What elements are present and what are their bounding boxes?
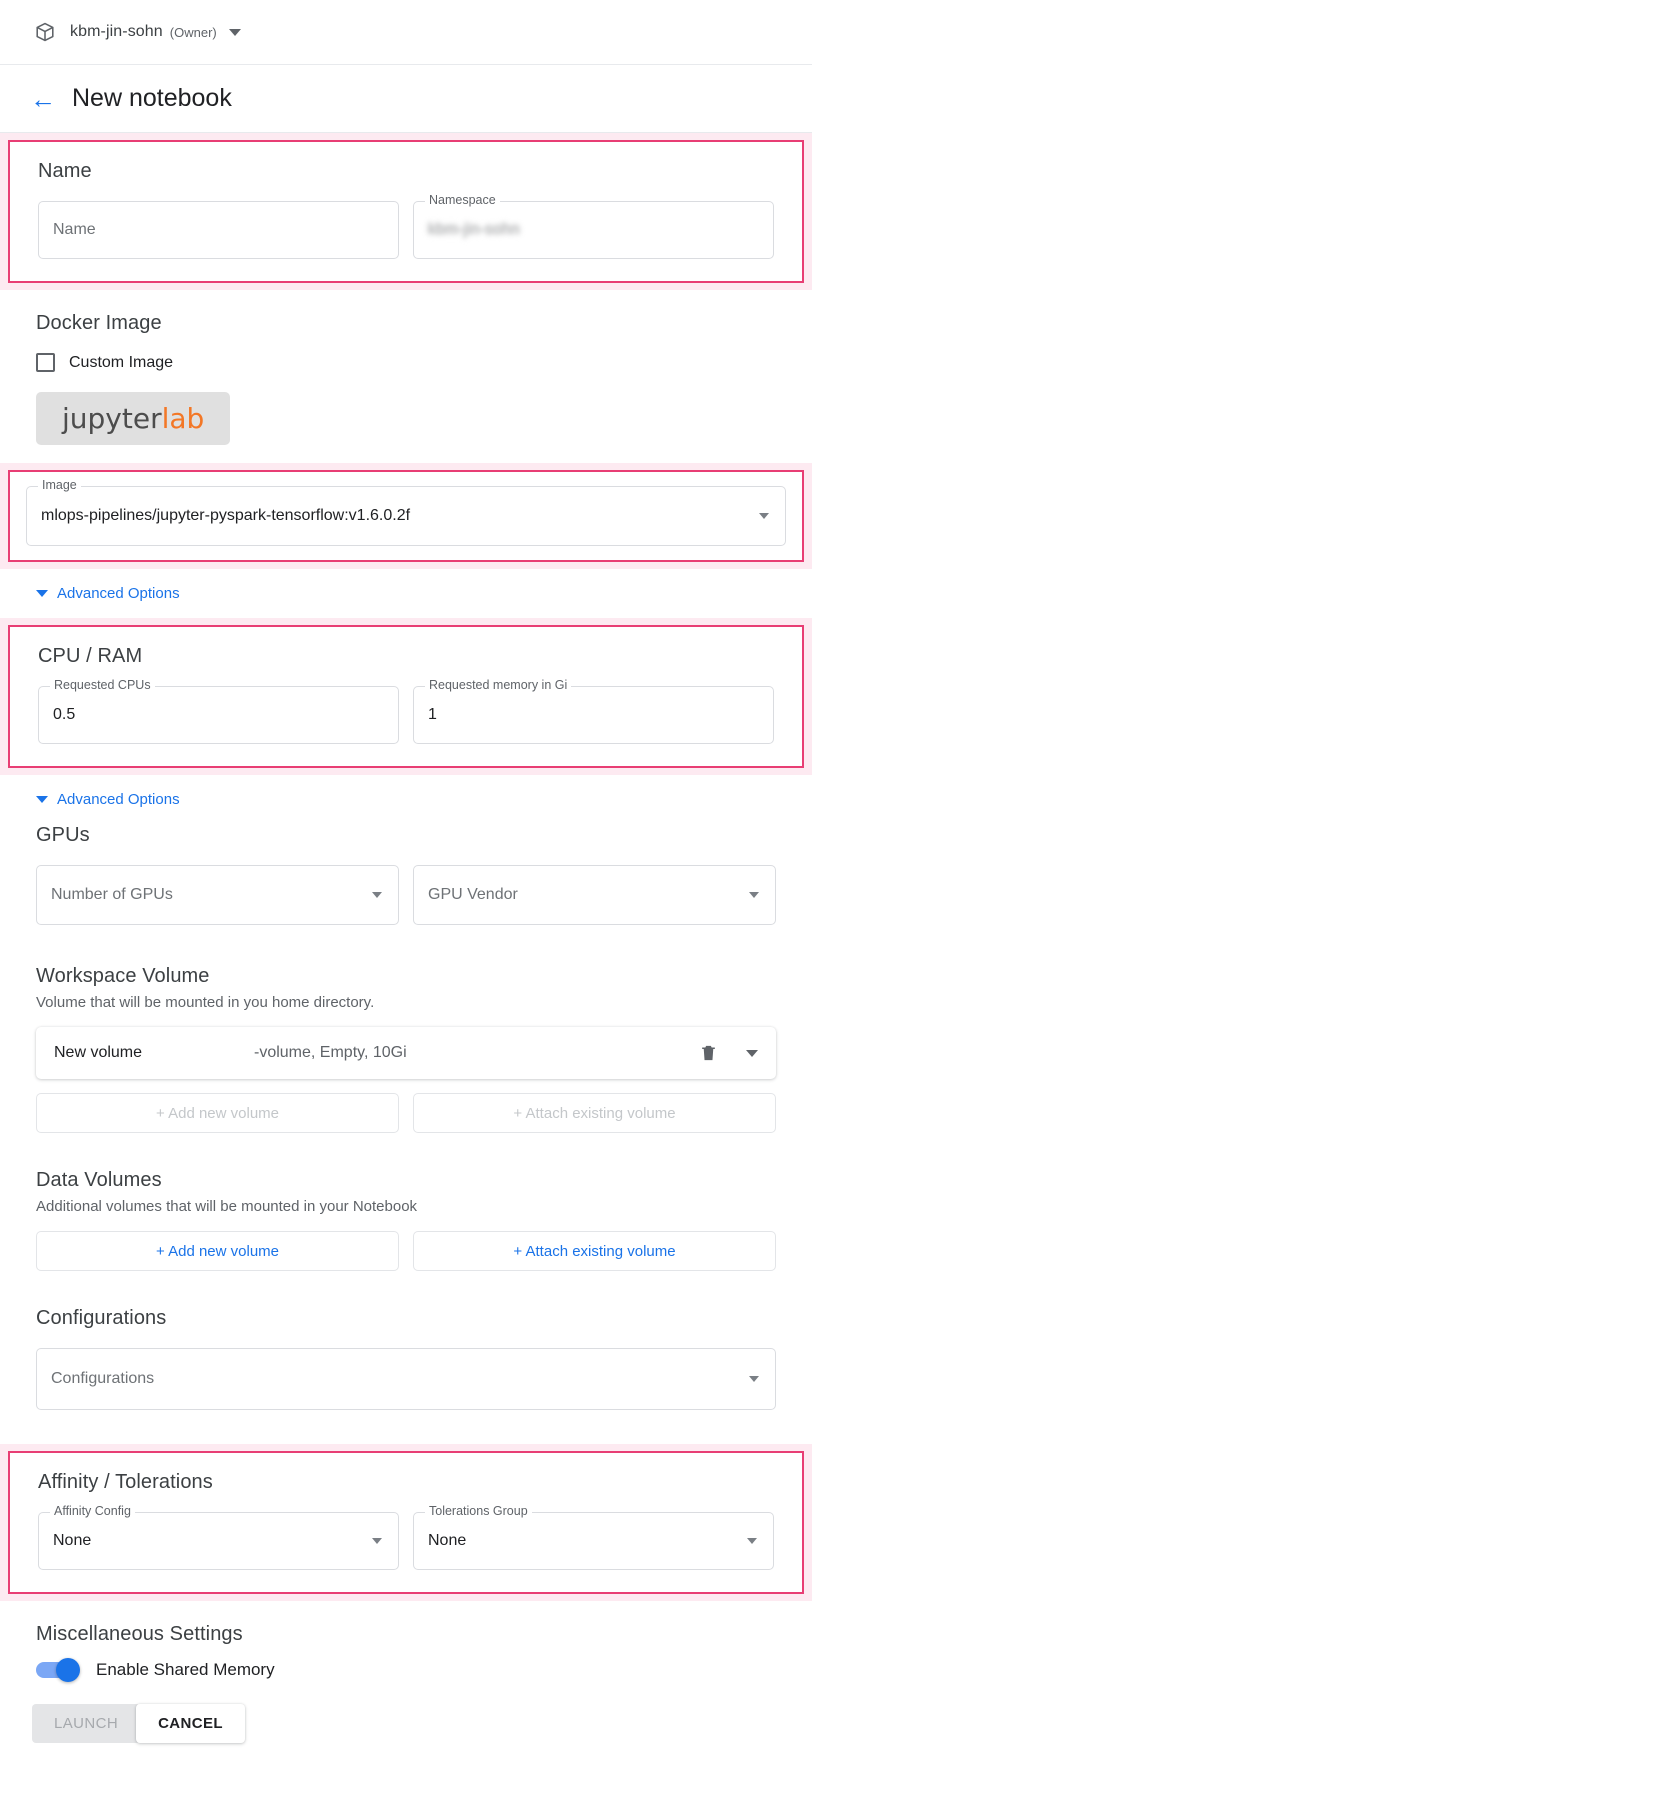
jupyterlab-logo-text-2: lab — [161, 402, 205, 435]
data-add-new-volume-button[interactable]: + Add new volume — [36, 1231, 399, 1271]
gpus-title: GPUs — [36, 824, 90, 846]
requested-memory-value: 1 — [428, 706, 437, 723]
namespace-role: (Owner) — [169, 24, 217, 40]
name-section-highlight: Name Name Namespace kbm-jin-sohn — [0, 133, 812, 290]
launch-button[interactable]: LAUNCH — [32, 1704, 141, 1743]
name-section-title: Name — [38, 160, 92, 182]
notebook-form: Name Name Namespace kbm-jin-sohn Docker … — [0, 133, 812, 1763]
namespace-label: kbm-jin-sohn — [70, 23, 163, 40]
affinity-highlight: Affinity / Tolerations Affinity Config N… — [0, 1444, 812, 1601]
workspace-volume-section: Workspace Volume Volume that will be mou… — [0, 925, 812, 1133]
gpus-section: GPUs Number of GPUs GPU Vendor — [0, 824, 812, 925]
requested-cpus-legend: Requested CPUs — [50, 679, 155, 692]
jupyterlab-logo: jupyter lab — [36, 392, 231, 445]
workspace-add-new-volume-button[interactable]: + Add new volume — [36, 1093, 399, 1133]
image-select-value: mlops-pipelines/jupyter-pyspark-tensorfl… — [41, 507, 411, 524]
advanced-options-image-label: Advanced Options — [57, 585, 180, 602]
namespace-bar[interactable]: kbm-jin-sohn (Owner) — [0, 0, 812, 65]
number-of-gpus-placeholder: Number of GPUs — [51, 886, 173, 903]
toggle-knob — [56, 1658, 80, 1682]
data-volumes-section: Data Volumes Additional volumes that wil… — [0, 1133, 812, 1271]
chevron-down-icon[interactable] — [228, 28, 241, 36]
docker-image-section: Docker Image Custom Image jupyter lab — [0, 290, 812, 451]
shared-memory-row[interactable]: Enable Shared Memory — [36, 1658, 776, 1682]
tolerations-group-value: None — [428, 1532, 467, 1549]
requested-cpus-input[interactable]: Requested CPUs 0.5 — [38, 679, 399, 744]
affinity-config-select[interactable]: Affinity Config None — [38, 1505, 399, 1570]
image-field-highlight: Image mlops-pipelines/jupyter-pyspark-te… — [0, 463, 812, 569]
misc-settings-section: Miscellaneous Settings Enable Shared Mem… — [0, 1601, 812, 1682]
chevron-down-icon[interactable] — [747, 1538, 757, 1544]
affinity-config-value: None — [53, 1532, 92, 1549]
gpu-vendor-placeholder: GPU Vendor — [428, 886, 518, 903]
configurations-placeholder: Configurations — [51, 1370, 155, 1387]
page-header: ← New notebook — [0, 65, 812, 133]
page-title: New notebook — [72, 84, 232, 112]
custom-image-checkbox[interactable] — [36, 353, 55, 372]
custom-image-label: Custom Image — [69, 353, 174, 371]
configurations-section: Configurations Configurations — [0, 1271, 812, 1410]
new-notebook-page: kbm-jin-sohn (Owner) ← New notebook Name… — [0, 0, 1660, 1795]
data-volumes-title: Data Volumes — [36, 1169, 162, 1191]
workspace-attach-existing-volume-button[interactable]: + Attach existing volume — [413, 1093, 776, 1133]
image-field-wrap: Image mlops-pipelines/jupyter-pyspark-te… — [8, 470, 804, 562]
custom-image-checkbox-row[interactable]: Custom Image — [36, 353, 776, 372]
advanced-options-cpu[interactable]: Advanced Options — [0, 775, 812, 824]
cancel-button[interactable]: CANCEL — [136, 1704, 245, 1743]
namespace-input-value: kbm-jin-sohn — [428, 221, 520, 238]
workspace-volume-title: Workspace Volume — [36, 965, 210, 987]
workspace-volume-meta: -volume, Empty, 10Gi — [254, 1044, 407, 1061]
jupyterlab-logo-text-1: jupyter — [62, 402, 162, 435]
chevron-down-icon[interactable] — [372, 892, 382, 898]
image-select[interactable]: Image mlops-pipelines/jupyter-pyspark-te… — [26, 479, 786, 546]
affinity-title: Affinity / Tolerations — [38, 1471, 213, 1493]
misc-settings-title: Miscellaneous Settings — [36, 1623, 243, 1645]
tolerations-group-legend: Tolerations Group — [425, 1505, 532, 1518]
chevron-down-icon — [36, 590, 48, 597]
data-volumes-subtitle: Additional volumes that will be mounted … — [36, 1198, 418, 1215]
chevron-down-icon — [36, 796, 48, 803]
workspace-volume-row[interactable]: New volume -volume, Empty, 10Gi — [36, 1027, 776, 1079]
tolerations-group-select[interactable]: Tolerations Group None — [413, 1505, 774, 1570]
shared-memory-label: Enable Shared Memory — [96, 1660, 275, 1679]
number-of-gpus-select[interactable]: Number of GPUs — [36, 865, 399, 925]
chevron-down-icon[interactable] — [746, 1049, 758, 1057]
docker-image-title: Docker Image — [36, 312, 162, 334]
chevron-down-icon[interactable] — [372, 1538, 382, 1544]
name-input[interactable]: Name — [38, 201, 399, 259]
image-select-legend: Image — [38, 479, 81, 492]
configurations-select[interactable]: Configurations — [36, 1348, 776, 1410]
advanced-options-image[interactable]: Advanced Options — [0, 569, 812, 618]
back-arrow-icon[interactable]: ← — [30, 86, 56, 112]
requested-cpus-value: 0.5 — [53, 706, 76, 723]
advanced-options-cpu-label: Advanced Options — [57, 791, 180, 808]
cube-icon — [34, 21, 56, 43]
cpu-ram-section: CPU / RAM Requested CPUs 0.5 Requested m… — [8, 625, 804, 768]
chevron-down-icon[interactable] — [759, 513, 769, 519]
namespace-input-legend: Namespace — [425, 194, 500, 207]
workspace-volume-name: New volume — [54, 1044, 143, 1061]
form-actions: LAUNCH CANCEL — [0, 1680, 812, 1743]
shared-memory-toggle[interactable] — [36, 1658, 80, 1682]
gpu-vendor-select[interactable]: GPU Vendor — [413, 865, 776, 925]
affinity-section: Affinity / Tolerations Affinity Config N… — [8, 1451, 804, 1594]
name-input-placeholder: Name — [53, 221, 96, 238]
trash-icon[interactable] — [699, 1042, 718, 1064]
data-attach-existing-volume-button[interactable]: + Attach existing volume — [413, 1231, 776, 1271]
workspace-volume-subtitle: Volume that will be mounted in you home … — [36, 994, 375, 1011]
affinity-config-legend: Affinity Config — [50, 1505, 135, 1518]
namespace-input[interactable]: Namespace kbm-jin-sohn — [413, 194, 774, 259]
configurations-title: Configurations — [36, 1307, 167, 1329]
name-section: Name Name Namespace kbm-jin-sohn — [8, 140, 804, 283]
chevron-down-icon[interactable] — [749, 892, 759, 898]
requested-memory-input[interactable]: Requested memory in Gi 1 — [413, 679, 774, 744]
cpu-ram-title: CPU / RAM — [38, 645, 143, 667]
cpu-ram-highlight: CPU / RAM Requested CPUs 0.5 Requested m… — [0, 618, 812, 775]
chevron-down-icon[interactable] — [749, 1376, 759, 1382]
requested-memory-legend: Requested memory in Gi — [425, 679, 572, 692]
